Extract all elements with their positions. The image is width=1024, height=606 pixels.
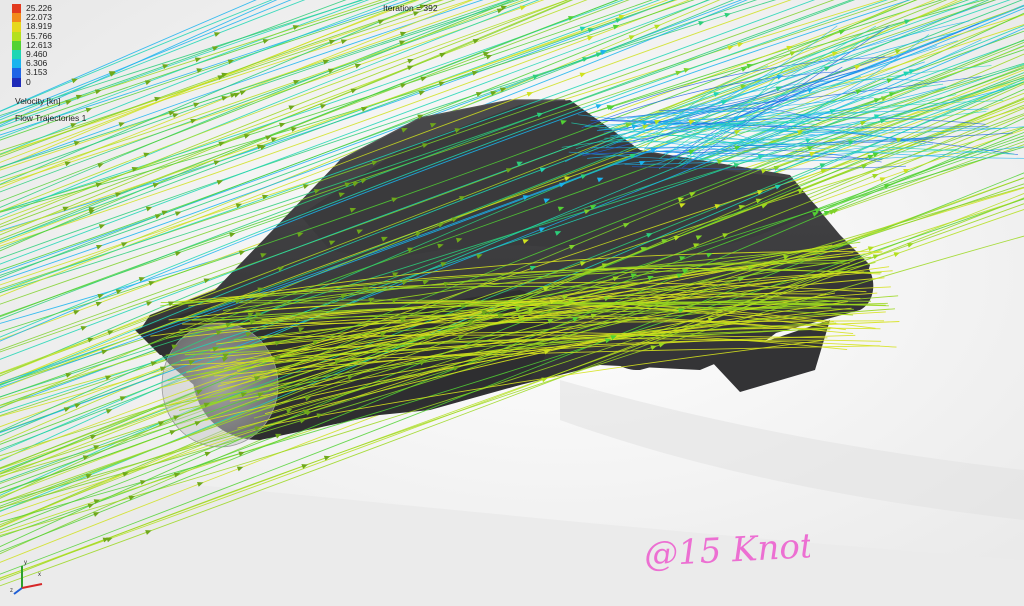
- handwritten-note: @15 Knots: [643, 525, 810, 575]
- legend-swatch: [12, 31, 21, 41]
- legend-swatch: [12, 13, 21, 23]
- legend-swatch: [12, 59, 21, 69]
- orientation-triad[interactable]: x y z: [10, 556, 50, 596]
- velocity-legend: 25.226 22.073 18.919 15.766 12.613 9.460 6.306…: [12, 4, 52, 87]
- triad-y-label: y: [24, 560, 27, 566]
- legend-title: Velocity [kn]: [15, 96, 61, 106]
- legend-swatch: [12, 49, 21, 60]
- legend-swatch: [12, 22, 21, 32]
- triad-z-axis: [13, 587, 23, 595]
- legend-swatch: [12, 40, 21, 50]
- legend-swatch: [12, 68, 21, 78]
- legend-swatch: [12, 77, 21, 87]
- legend-row: 3.153: [12, 68, 52, 78]
- handwritten-annotation: @15 Knots: [643, 525, 810, 575]
- cfd-viewport[interactable]: [0, 0, 1024, 606]
- legend-swatch: [12, 4, 21, 14]
- triad-x-label: x: [38, 572, 41, 578]
- triad-x-axis: [21, 583, 43, 589]
- iteration-counter: Iteration = 392: [383, 3, 438, 13]
- legend-value: 0: [26, 76, 31, 87]
- triad-z-label: z: [10, 588, 13, 594]
- legend-row: 0: [12, 76, 52, 87]
- legend-subtitle: Flow Trajectories 1: [15, 113, 87, 123]
